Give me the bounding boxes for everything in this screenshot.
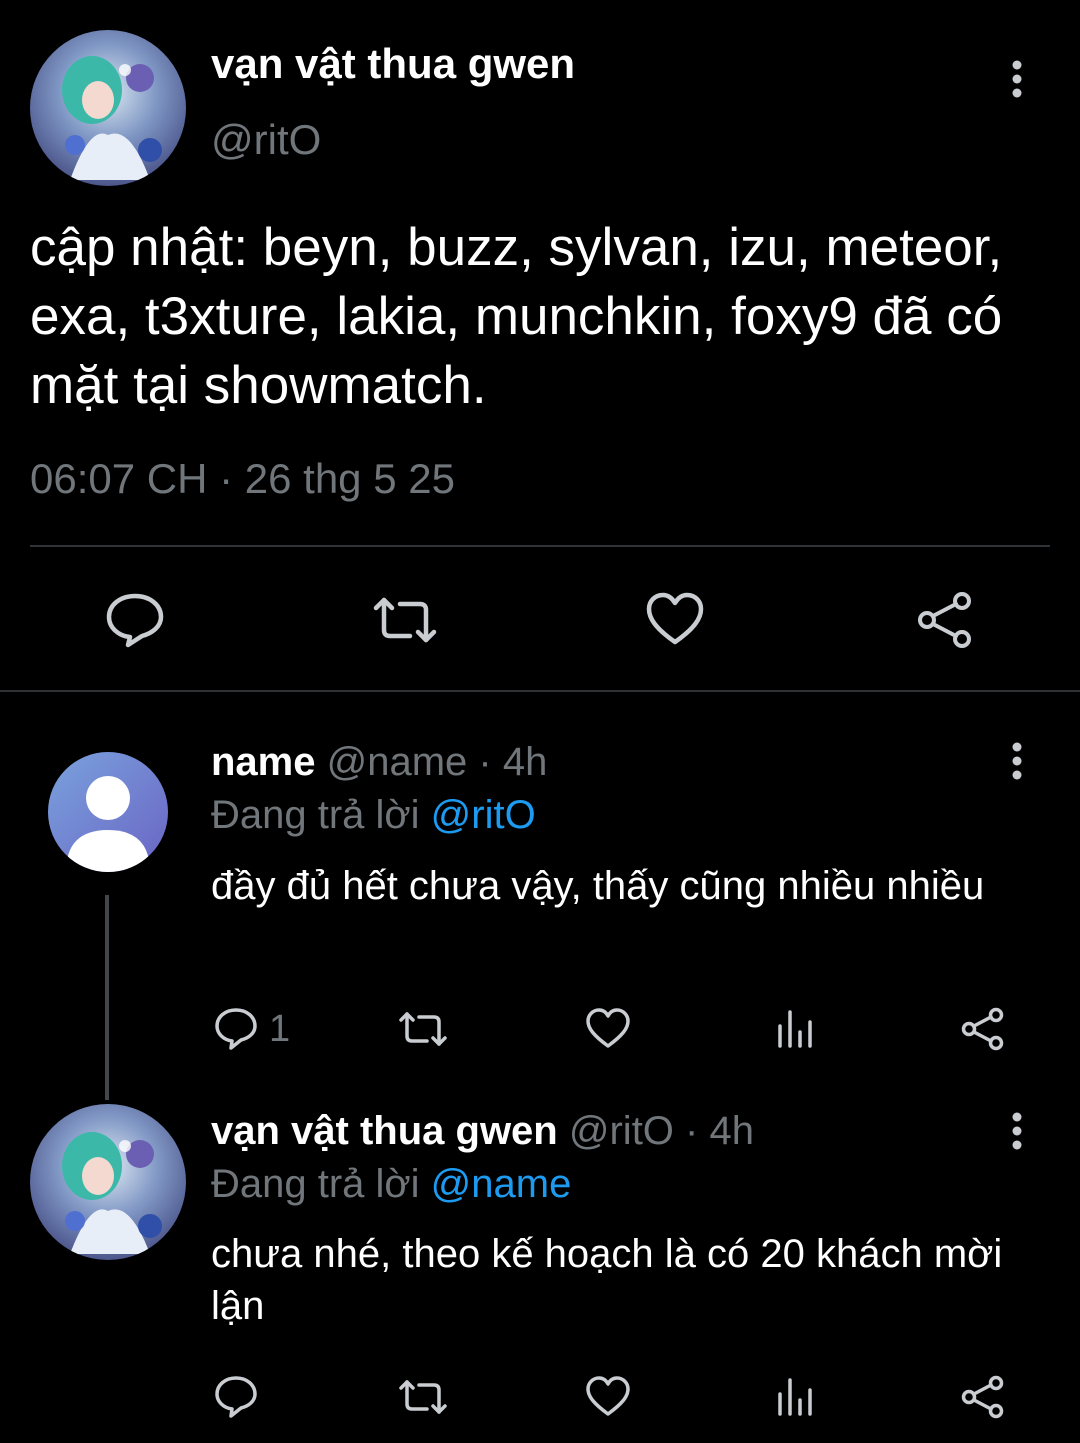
reply-count: 1 xyxy=(269,1007,291,1050)
like-button[interactable] xyxy=(645,590,705,650)
tweet-timestamp[interactable]: 06:07 CH · 26 thg 5 25 xyxy=(30,455,455,503)
heart-icon xyxy=(646,592,704,645)
share-button[interactable] xyxy=(915,590,975,650)
thread-connector-line xyxy=(105,895,109,1100)
more-vertical-icon xyxy=(1012,60,1022,98)
reply-avatar[interactable] xyxy=(30,1104,186,1260)
replying-to-line: Đang trả lời @ritO xyxy=(211,791,536,839)
share-button[interactable] xyxy=(960,1006,1006,1052)
more-vertical-icon xyxy=(1012,742,1022,780)
retweet-icon xyxy=(399,1012,447,1046)
reply-avatar[interactable] xyxy=(48,752,168,872)
author-handle[interactable]: @ritO xyxy=(211,116,321,164)
time-separator: · xyxy=(467,740,503,784)
views-button[interactable] xyxy=(775,1008,817,1050)
replying-prefix: Đang trả lời xyxy=(211,793,431,837)
replying-to-mention[interactable]: @name xyxy=(431,1162,572,1206)
reply-button[interactable]: 1 xyxy=(213,1006,290,1052)
reply-text: đầy đủ hết chưa vậy, thấy cũng nhiều nhi… xyxy=(211,864,985,908)
reply-author-handle[interactable]: @name xyxy=(327,740,468,784)
retweet-button[interactable] xyxy=(397,1006,449,1052)
heart-icon xyxy=(586,1376,630,1416)
avatar-image xyxy=(30,1104,186,1260)
reply-author-handle[interactable]: @ritO xyxy=(569,1109,674,1153)
share-icon xyxy=(961,1007,1004,1051)
reply-author-name[interactable]: vạn vật thua gwen xyxy=(211,1109,558,1153)
more-vertical-icon xyxy=(1012,1112,1022,1150)
like-button[interactable] xyxy=(585,1006,631,1052)
reply-header: name @name · 4h xyxy=(211,738,547,786)
heart-icon xyxy=(586,1008,630,1048)
reply-button[interactable] xyxy=(104,590,166,650)
default-user-icon xyxy=(48,752,168,872)
reply-header: vạn vật thua gwen @ritO · 4h xyxy=(211,1107,754,1155)
divider xyxy=(30,545,1050,547)
views-chart-icon xyxy=(778,1010,812,1048)
reply-author-name[interactable]: name xyxy=(211,740,316,784)
divider xyxy=(0,690,1080,692)
reply-bubble-icon xyxy=(215,1376,257,1418)
reply-bubble-icon xyxy=(215,1008,257,1050)
replying-prefix: Đang trả lời xyxy=(211,1162,431,1206)
views-chart-icon xyxy=(778,1378,812,1416)
author-avatar[interactable] xyxy=(30,30,186,186)
author-name[interactable]: vạn vật thua gwen xyxy=(211,40,575,88)
share-icon xyxy=(961,1375,1004,1419)
tweet-text: cập nhật: beyn, buzz, sylvan, izu, meteo… xyxy=(30,218,1003,415)
replying-to-line: Đang trả lời @name xyxy=(211,1160,571,1208)
like-button[interactable] xyxy=(585,1374,631,1420)
share-icon xyxy=(918,592,971,648)
reply-bubble-icon xyxy=(106,593,164,648)
retweet-button[interactable] xyxy=(397,1374,449,1420)
retweet-button[interactable] xyxy=(370,590,440,650)
replying-to-mention[interactable]: @ritO xyxy=(431,793,536,837)
reply-time[interactable]: 4h xyxy=(503,740,548,784)
views-button[interactable] xyxy=(775,1376,817,1418)
retweet-icon xyxy=(373,597,437,643)
reply-more-button[interactable] xyxy=(997,736,1037,786)
reply-time[interactable]: 4h xyxy=(709,1109,754,1153)
tweet-more-button[interactable] xyxy=(997,54,1037,104)
reply-button[interactable] xyxy=(213,1374,269,1420)
share-button[interactable] xyxy=(960,1374,1006,1420)
avatar-image xyxy=(30,30,186,186)
retweet-icon xyxy=(399,1380,447,1414)
reply-more-button[interactable] xyxy=(997,1106,1037,1156)
time-separator: · xyxy=(673,1109,710,1153)
reply-text: chưa nhé, theo kế hoạch là có 20 khách m… xyxy=(211,1232,1003,1328)
